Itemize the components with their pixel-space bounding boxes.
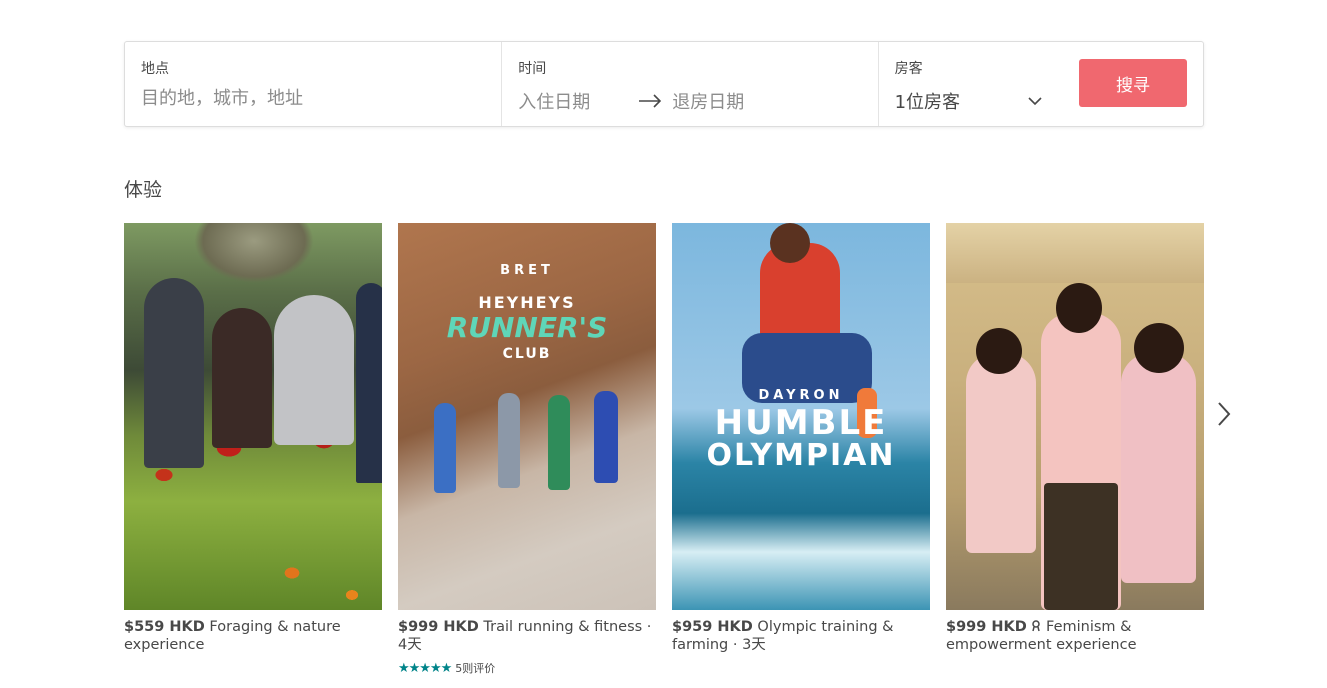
checkin-date-input[interactable]: 入住日期 xyxy=(518,88,638,114)
image-text: CLUB xyxy=(502,346,552,362)
guests-value: 1位房客 xyxy=(894,92,961,113)
card-caption: $559 HKD Foraging & nature experience xyxy=(124,618,382,654)
card-image[interactable] xyxy=(124,223,382,610)
experience-card[interactable]: BRET HEYHEYS RUNNER'S CLUB $999 HKD Trai… xyxy=(398,223,656,676)
image-text: HEYHEYS xyxy=(478,293,576,312)
arrow-right-icon xyxy=(638,92,664,110)
guests-field: 房客 1位房客 搜寻 xyxy=(879,42,1203,126)
dates-label: 时间 xyxy=(518,61,547,77)
experience-card[interactable]: DAYRON HUMBLE OLYMPIAN $959 HKD Olympic … xyxy=(672,223,930,654)
card-price: $999 HKD xyxy=(398,619,479,635)
location-label: 地点 xyxy=(141,61,169,77)
chevron-right-icon xyxy=(1216,401,1232,431)
guests-label: 房客 xyxy=(894,61,923,77)
guests-dropdown[interactable]: 1位房客 xyxy=(895,88,1043,114)
search-button[interactable]: 搜寻 xyxy=(1079,59,1187,107)
location-field[interactable]: 地点 xyxy=(125,42,503,126)
experience-card[interactable]: $999 HKD Feminism & empowerment experien… xyxy=(946,223,1204,654)
card-image[interactable] xyxy=(946,223,1204,610)
image-text: BRET xyxy=(500,263,554,278)
card-caption: $999 HKD Trail running & fitness · 4天 xyxy=(398,618,656,654)
carousel-next-button[interactable] xyxy=(1212,400,1236,432)
star-rating-icon: ★★★★★ xyxy=(398,660,452,676)
image-text: OLYMPIAN xyxy=(706,438,896,473)
card-price: $959 HKD xyxy=(672,619,753,635)
card-price: $559 HKD xyxy=(124,619,205,635)
experience-cards: $559 HKD Foraging & nature experience BR… xyxy=(124,223,1204,688)
experience-card[interactable]: $559 HKD Foraging & nature experience xyxy=(124,223,382,654)
card-image[interactable]: BRET HEYHEYS RUNNER'S CLUB xyxy=(398,223,656,610)
dates-field: 时间 入住日期 退房日期 xyxy=(502,42,879,126)
review-count: 5则评价 xyxy=(455,662,496,675)
image-text: DAYRON xyxy=(758,388,844,403)
image-text: HUMBLE xyxy=(714,403,888,443)
dates-row: 入住日期 退房日期 xyxy=(518,88,861,114)
section-title: 体验 xyxy=(124,179,163,201)
chevron-down-icon xyxy=(1027,93,1043,109)
card-rating: ★★★★★ 5则评价 xyxy=(398,660,656,676)
search-bar: 地点 时间 入住日期 退房日期 房客 1位房客 xyxy=(124,41,1204,127)
ribbon-icon xyxy=(1031,619,1046,635)
card-caption: $959 HKD Olympic training & farming · 3天 xyxy=(672,618,930,654)
card-price: $999 HKD xyxy=(946,619,1027,635)
guests-selector[interactable]: 房客 1位房客 xyxy=(895,60,1057,126)
card-image[interactable]: DAYRON HUMBLE OLYMPIAN xyxy=(672,223,930,610)
image-text: RUNNER'S xyxy=(446,311,608,344)
checkout-date-input[interactable]: 退房日期 xyxy=(672,88,744,114)
location-input[interactable] xyxy=(141,88,481,109)
card-caption: $999 HKD Feminism & empowerment experien… xyxy=(946,618,1204,654)
